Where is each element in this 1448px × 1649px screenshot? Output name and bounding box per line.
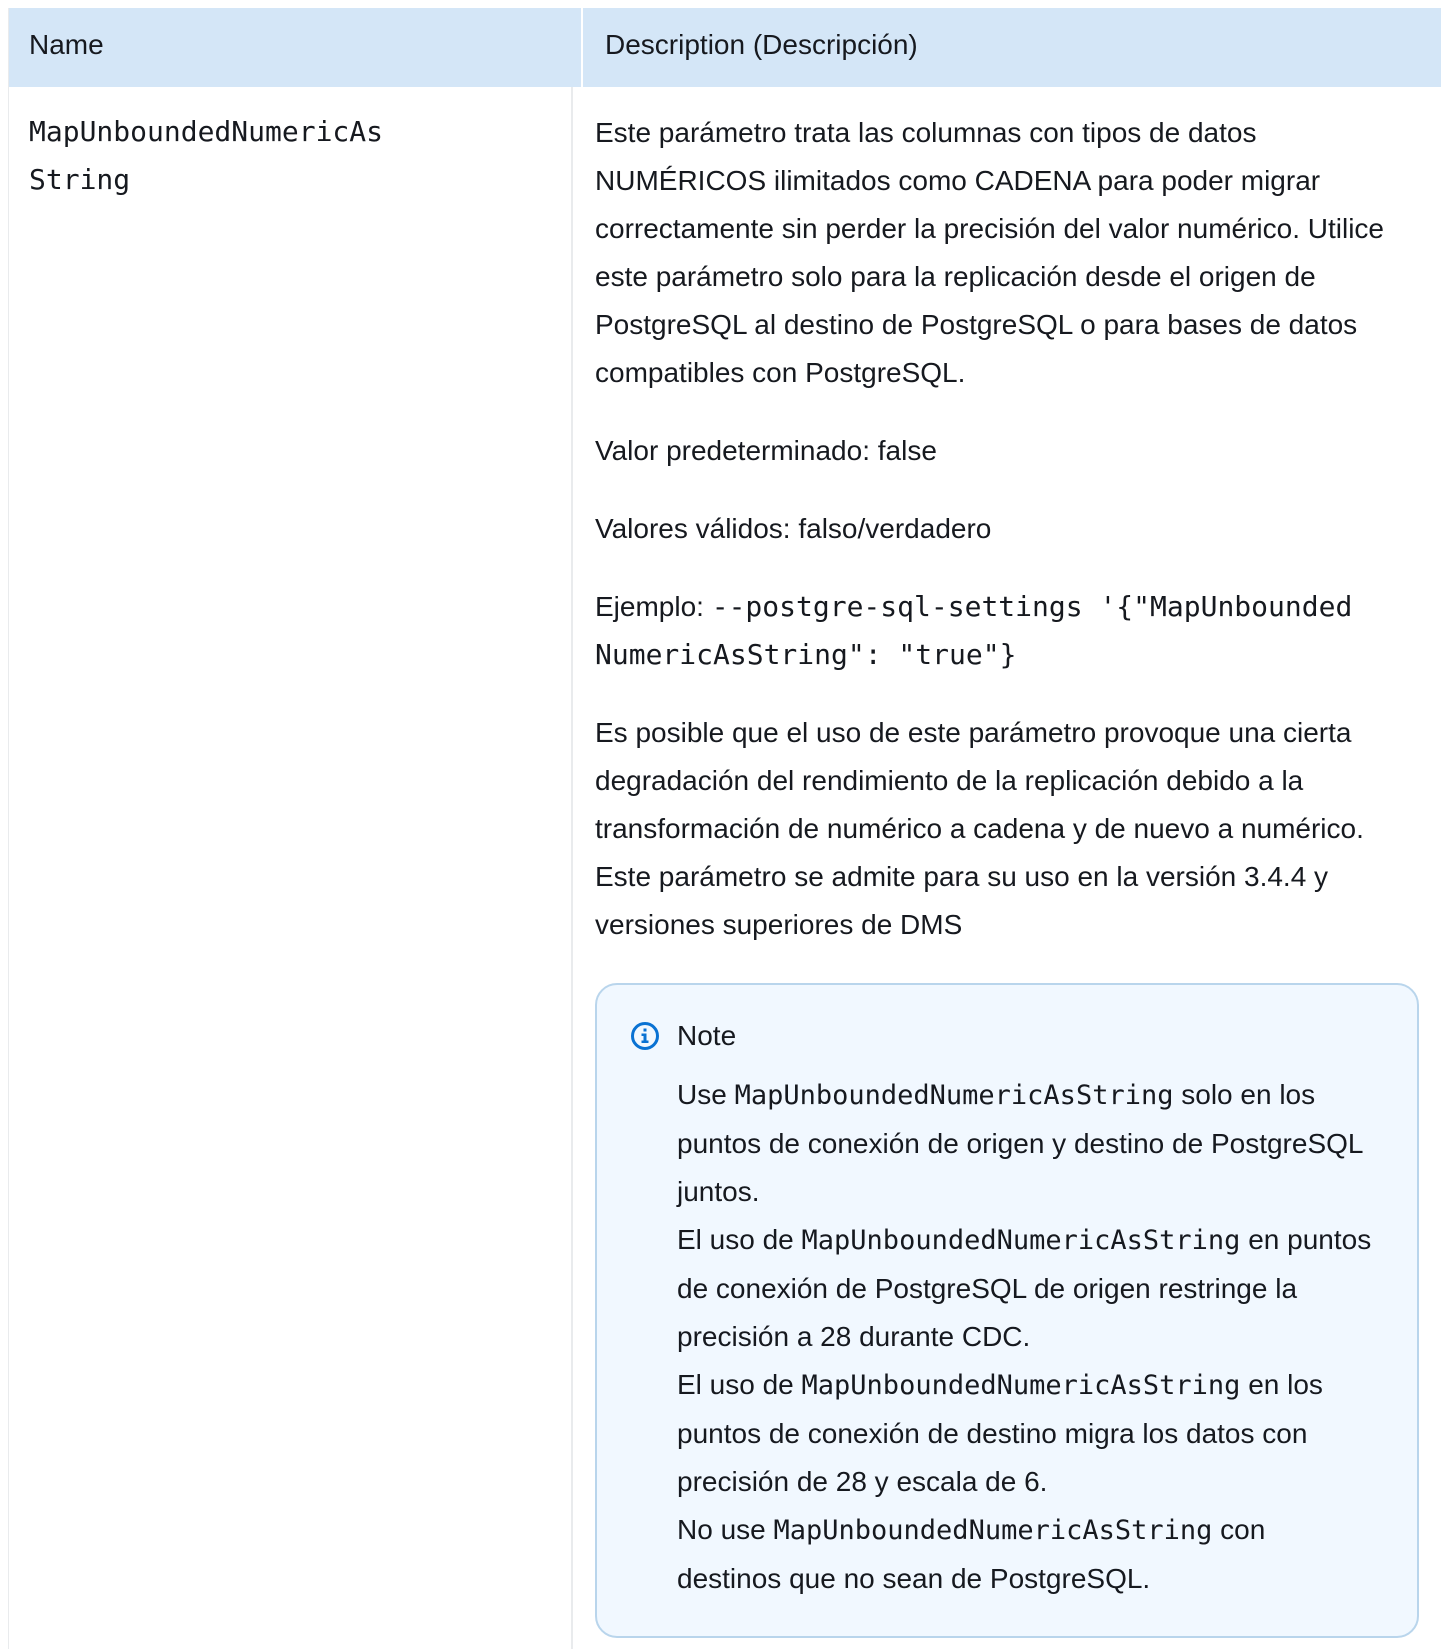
- note-item: Use MapUnboundedNumericAsString solo en …: [677, 1071, 1377, 1216]
- note-item: El uso de MapUnboundedNumericAsString en…: [677, 1216, 1377, 1361]
- note-code: MapUnboundedNumericAsString: [801, 1370, 1241, 1401]
- note-code: MapUnboundedNumericAsString: [734, 1080, 1174, 1111]
- note-text: No use: [677, 1514, 774, 1545]
- parameter-table: Name Description (Descripción) MapUnboun…: [8, 8, 1441, 1649]
- table-row: MapUnboundedNumericAsString Este parámet…: [9, 87, 1441, 1649]
- note-header: Note: [629, 1019, 736, 1053]
- example-label: Ejemplo:: [595, 591, 712, 622]
- column-header-description: Description (Descripción): [605, 29, 918, 60]
- note-title: Note: [677, 1020, 737, 1051]
- note-text: Use: [677, 1079, 735, 1110]
- parameter-name: MapUnboundedNumericAsString: [29, 115, 384, 196]
- note-item: El uso de MapUnboundedNumericAsString en…: [677, 1361, 1377, 1506]
- example: Ejemplo: --postgre-sql-settings '{"MapUn…: [595, 583, 1355, 679]
- table-header: Name Description (Descripción): [9, 8, 1441, 87]
- note-box: Note Use MapUnboundedNumericAsString sol…: [595, 983, 1419, 1638]
- performance-note: Es posible que el uso de este parámetro …: [595, 717, 1364, 940]
- description-cell: Este parámetro trata las columnas con ti…: [573, 87, 1441, 1649]
- note-item: No use MapUnboundedNumericAsString con d…: [677, 1506, 1377, 1603]
- column-header-name: Name: [9, 8, 583, 87]
- note-code: MapUnboundedNumericAsString: [773, 1515, 1213, 1546]
- info-icon: [631, 1022, 659, 1050]
- note-text: El uso de: [677, 1369, 802, 1400]
- valid-values: Valores válidos: falso/verdadero: [595, 513, 992, 544]
- note-code: MapUnboundedNumericAsString: [801, 1225, 1241, 1256]
- note-text: El uso de: [677, 1224, 802, 1255]
- default-value: Valor predeterminado: false: [595, 435, 937, 466]
- note-body: Use MapUnboundedNumericAsString solo en …: [677, 1071, 1377, 1603]
- parameter-description: Este parámetro trata las columnas con ti…: [595, 117, 1385, 388]
- name-cell: MapUnboundedNumericAsString: [9, 87, 573, 1649]
